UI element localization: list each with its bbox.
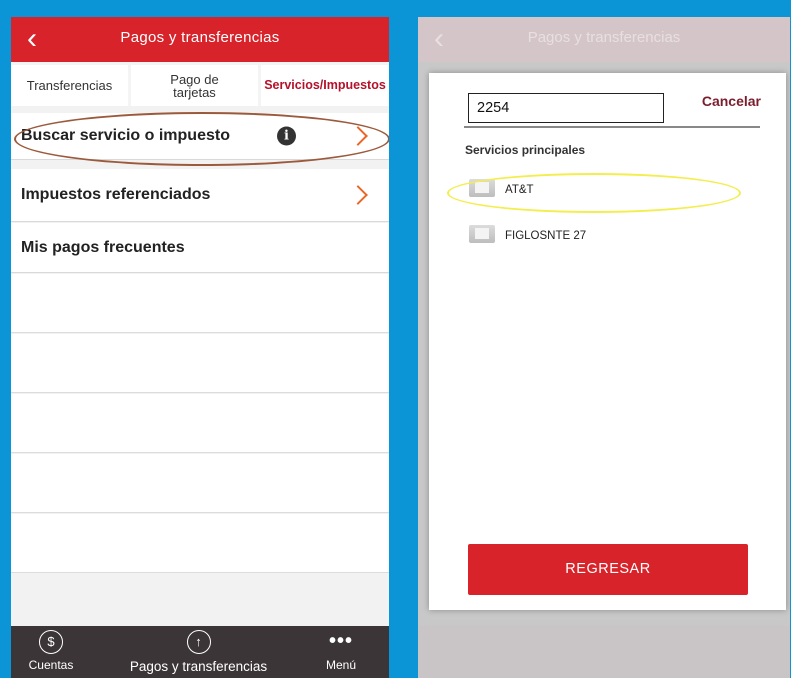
tab-label-line2: tarjetas: [173, 84, 216, 100]
search-input[interactable]: [468, 93, 664, 123]
empty-list-row: [11, 334, 389, 393]
service-name: FIGLOSNTE 27: [505, 230, 587, 242]
service-search-modal: Cancelar Servicios principales AT&T FIGL…: [429, 73, 786, 610]
cancel-button[interactable]: Cancelar: [702, 93, 761, 109]
section-title: Servicios principales: [465, 143, 586, 157]
empty-list-row: [11, 274, 389, 333]
empty-list-row: [11, 454, 389, 513]
highlight-oval: [14, 112, 389, 166]
right-screen: ‹ Pagos y transferencias Cancelar Servic…: [418, 17, 790, 678]
empty-list-row: [11, 394, 389, 453]
chevron-right-icon: [348, 185, 368, 205]
nav-cuentas[interactable]: $ Cuentas: [21, 626, 81, 678]
tab-transferencias[interactable]: Transferencias: [11, 65, 128, 106]
more-dots-icon: •••: [328, 630, 354, 652]
app-header-dimmed: ‹ Pagos y transferencias: [418, 17, 790, 62]
tab-label: Servicios/Impuestos: [264, 78, 386, 92]
tab-pago-de-tarjetas[interactable]: Pago de tarjetas: [131, 65, 258, 106]
bottom-nav: $ Cuentas ↑ Pagos y transferencias ••• M…: [11, 626, 389, 678]
list-item-impuestos-referenciados[interactable]: Impuestos referenciados: [11, 169, 389, 222]
nav-label: Cuentas: [28, 658, 74, 672]
page-title: Pagos y transferencias: [120, 29, 280, 46]
search-underline: [464, 126, 760, 128]
page-title: Pagos y transferencias: [527, 29, 681, 46]
list-item-label: Mis pagos frecuentes: [21, 238, 185, 256]
dollar-icon: $: [39, 630, 63, 654]
nav-label: Menú: [325, 658, 357, 672]
tab-label: Transferencias: [26, 78, 113, 93]
tab-bar: Transferencias Pago de tarjetas Servicio…: [11, 62, 389, 106]
arrow-up-icon: ↑: [186, 630, 211, 654]
service-icon: [469, 225, 495, 243]
nav-pagos-y-transferencias[interactable]: ↑ Pagos y transferencias: [111, 626, 286, 678]
app-header: ‹ Pagos y transferencias: [11, 17, 389, 62]
empty-list-row: [11, 514, 389, 573]
nav-label: Pagos y transferencias: [129, 659, 268, 674]
highlight-oval: [447, 173, 741, 213]
bottom-nav-dimmed: [418, 626, 790, 678]
left-screen: ‹ Pagos y transferencias Transferencias …: [11, 17, 389, 678]
list-item-label: Impuestos referenciados: [21, 186, 211, 203]
tab-label: Pago de tarjetas: [170, 73, 218, 99]
regresar-button[interactable]: REGRESAR: [468, 544, 748, 595]
nav-menu[interactable]: ••• Menú: [316, 626, 366, 678]
list-item-mis-pagos-frecuentes[interactable]: Mis pagos frecuentes: [11, 223, 389, 273]
tab-servicios-impuestos[interactable]: Servicios/Impuestos: [261, 65, 389, 106]
